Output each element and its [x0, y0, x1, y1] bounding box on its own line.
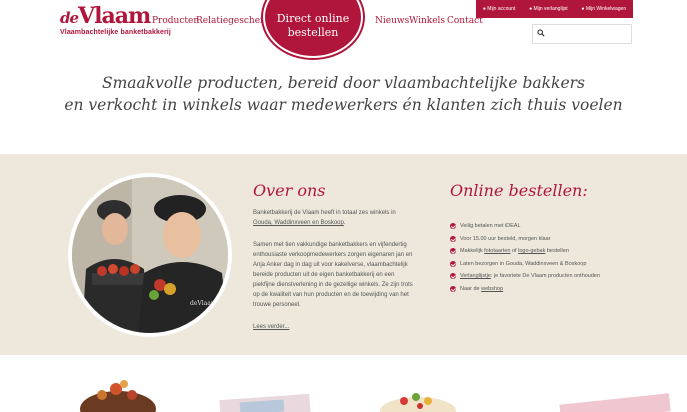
- logo-pastry-link[interactable]: logo-gebak: [518, 248, 545, 254]
- locations-link[interactable]: Gouda, Waddinxveen en Boskoop: [253, 220, 344, 226]
- read-more-link[interactable]: Lees verder...: [253, 324, 289, 330]
- list-item: Verlanglijstje: je favoriete De Vlaam pr…: [450, 270, 660, 283]
- nav-item-producten[interactable]: Producten: [152, 16, 199, 26]
- online-order-title: Online bestellen:: [450, 181, 588, 200]
- logo-prefix: de: [60, 9, 79, 27]
- about-title: Over ons: [253, 181, 326, 200]
- svg-text:deVlaam: deVlaam: [190, 300, 217, 307]
- check-icon: [450, 248, 456, 255]
- bakers-illustration: deVlaam: [72, 177, 228, 333]
- tagline: Smaakvolle producten, bereid door vlaamb…: [0, 72, 687, 116]
- badge-line-1: Direct online: [276, 12, 350, 25]
- check-icon: [450, 235, 456, 242]
- online-order-list: Veilig betalen met iDEAL Voor 15.00 uur …: [450, 220, 660, 295]
- about-paragraph-2: Samen met tien vakkundige banketbakkers …: [253, 242, 413, 308]
- nav-item-nieuws[interactable]: Nieuws: [375, 16, 409, 26]
- list-item: Voor 15.00 uur besteld, morgen klaar: [450, 233, 660, 246]
- tagline-line-1: Smaakvolle producten, bereid door vlaamb…: [101, 74, 585, 92]
- order-online-badge[interactable]: Direct online bestellen: [263, 0, 363, 58]
- logo-subtitle: Vlaambachtelijke banketbakkerij: [60, 29, 171, 36]
- webshop-link[interactable]: webshop: [481, 286, 503, 292]
- check-icon: [450, 260, 456, 267]
- list-item: Laten bezorgen in Gouda, Waddinxveen & B…: [450, 258, 660, 271]
- list-item: Veilig betalen met iDEAL: [450, 220, 660, 233]
- search-input[interactable]: [532, 24, 632, 44]
- list-item: Naar de webshop: [450, 283, 660, 296]
- check-icon: [450, 223, 456, 230]
- product-image-4: [559, 393, 671, 412]
- site-header: deVlaam Vlaambachtelijke banketbakkerij …: [0, 0, 687, 62]
- list-item: Makkelijk fototaarten of logo-gebak best…: [450, 245, 660, 258]
- photo-cakes-link[interactable]: fototaarten: [484, 248, 510, 254]
- search-icon[interactable]: [537, 29, 545, 37]
- my-account-link[interactable]: ● Mijn account: [483, 6, 516, 12]
- nav-item-winkels[interactable]: Winkels: [409, 16, 445, 26]
- account-bar: ● Mijn account ● Mijn verlanglijst ● Mij…: [476, 0, 633, 18]
- my-wishlist-link[interactable]: ● Mijn verlanglijst: [529, 6, 568, 12]
- product-strip: [0, 355, 687, 412]
- about-paragraph-1: Banketbakkerij de Vlaam heeft in totaal …: [253, 210, 396, 226]
- my-cart-link[interactable]: ● Mijn Winkelwagen: [581, 6, 626, 12]
- tagline-line-2: en verkocht in winkels waar medewerkers …: [64, 96, 623, 114]
- wishlist-link[interactable]: Verlanglijstje: [460, 273, 491, 279]
- check-icon: [450, 273, 456, 280]
- bakers-photo: deVlaam: [68, 173, 232, 337]
- product-images: [80, 380, 671, 412]
- badge-line-2: bestellen: [287, 26, 339, 39]
- logo-name: Vlaam: [78, 3, 151, 29]
- check-icon: [450, 285, 456, 292]
